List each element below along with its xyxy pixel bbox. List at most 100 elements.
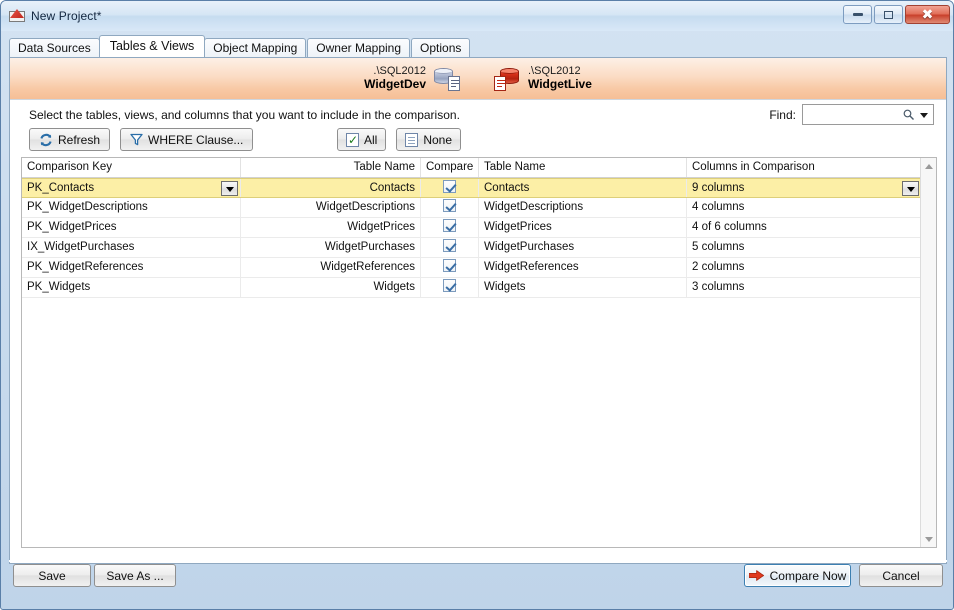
scroll-down-button[interactable] (921, 531, 936, 547)
table-row[interactable]: PK_WidgetReferences WidgetReferences Wid… (22, 258, 921, 278)
compare-checkbox[interactable] (443, 239, 456, 252)
source-database-name: WidgetDev (364, 78, 426, 92)
cell-comparison-key[interactable]: PK_Contacts (22, 179, 241, 197)
tab-panel-tables-and-views: .\SQL2012 WidgetDev .\SQL2012 WidgetLive (9, 57, 947, 564)
cell-table-name-right: WidgetPurchases (479, 238, 687, 257)
tab-tables-and-views[interactable]: Tables & Views (99, 35, 206, 57)
cell-compare[interactable] (421, 179, 479, 197)
search-icon (902, 108, 915, 121)
save-button[interactable]: Save (13, 564, 91, 587)
target-database-name: WidgetLive (528, 78, 592, 92)
select-none-button[interactable]: None (396, 128, 461, 151)
grid-header-row: Comparison Key Table Name Compare Table … (22, 158, 921, 178)
cell-compare[interactable] (421, 238, 479, 257)
tab-strip: Data Sources Tables & Views Object Mappi… (9, 36, 471, 57)
scroll-up-button[interactable] (921, 158, 936, 174)
cell-compare[interactable] (421, 278, 479, 297)
blank-document-icon (405, 133, 418, 147)
cell-columns-in-comparison[interactable]: 4 of 6 columns (687, 218, 921, 237)
compare-checkbox[interactable] (443, 180, 456, 193)
table-row[interactable]: PK_WidgetPrices WidgetPrices WidgetPrice… (22, 218, 921, 238)
target-database-group: .\SQL2012 WidgetLive (494, 65, 592, 91)
cell-table-name-right: WidgetPrices (479, 218, 687, 237)
refresh-button-label: Refresh (58, 133, 100, 147)
tab-data-sources[interactable]: Data Sources (9, 38, 100, 57)
cell-comparison-key[interactable]: IX_WidgetPurchases (22, 238, 241, 257)
refresh-button[interactable]: Refresh (29, 128, 110, 151)
cell-table-name-left: WidgetPurchases (241, 238, 421, 257)
funnel-icon (130, 133, 143, 146)
comparison-key-dropdown[interactable] (221, 181, 238, 196)
source-database-group: .\SQL2012 WidgetDev (364, 65, 460, 91)
cell-table-name-right: Widgets (479, 278, 687, 297)
database-red-icon (494, 67, 520, 91)
footer-bar: Save Save As ... Compare Now Cancel (1, 562, 954, 600)
window-title: New Project* (31, 9, 102, 23)
column-header-columns-in-comparison[interactable]: Columns in Comparison (687, 158, 921, 177)
tables-grid: Comparison Key Table Name Compare Table … (21, 157, 937, 548)
table-row[interactable]: PK_Widgets Widgets Widgets 3 columns (22, 278, 921, 298)
compare-checkbox[interactable] (443, 219, 456, 232)
cell-table-name-left: Widgets (241, 278, 421, 297)
grid-body: PK_Contacts Contacts Contacts 9 columns (22, 178, 921, 298)
table-row[interactable]: PK_WidgetDescriptions WidgetDescriptions… (22, 198, 921, 218)
selection-toolbar: ✓ All None (337, 128, 461, 151)
column-header-comparison-key[interactable]: Comparison Key (22, 158, 241, 177)
columns-dropdown[interactable] (902, 181, 919, 196)
window-controls: ✖ (843, 5, 950, 24)
cell-compare[interactable] (421, 218, 479, 237)
cell-compare[interactable] (421, 258, 479, 277)
comparison-key-text: PK_Contacts (27, 182, 94, 194)
table-row[interactable]: PK_Contacts Contacts Contacts 9 columns (22, 178, 921, 198)
triangle-down-icon (925, 537, 933, 542)
cell-comparison-key[interactable]: PK_WidgetPrices (22, 218, 241, 237)
cell-columns-in-comparison[interactable]: 2 columns (687, 258, 921, 277)
table-row[interactable]: IX_WidgetPurchases WidgetPurchases Widge… (22, 238, 921, 258)
compare-now-button[interactable]: Compare Now (744, 564, 851, 587)
application-window: New Project* ✖ Data Sources Tables & Vie… (0, 0, 954, 610)
close-button[interactable]: ✖ (905, 5, 950, 24)
maximize-icon (884, 11, 893, 19)
grid-vertical-scrollbar[interactable] (920, 158, 936, 547)
compare-checkbox[interactable] (443, 199, 456, 212)
minimize-button[interactable] (843, 5, 872, 24)
select-all-button[interactable]: ✓ All (337, 128, 386, 151)
cell-comparison-key[interactable]: PK_WidgetReferences (22, 258, 241, 277)
cell-table-name-right: WidgetReferences (479, 258, 687, 277)
source-database-labels: .\SQL2012 WidgetDev (364, 65, 426, 91)
save-as-button[interactable]: Save As ... (94, 564, 176, 587)
where-clause-button[interactable]: WHERE Clause... (120, 128, 253, 151)
compare-checkbox[interactable] (443, 279, 456, 292)
project-envelope-icon (9, 8, 25, 24)
column-header-table-name-right[interactable]: Table Name (479, 158, 687, 177)
tab-options[interactable]: Options (411, 38, 470, 57)
cell-compare[interactable] (421, 198, 479, 217)
compare-now-label: Compare Now (770, 569, 847, 583)
chevron-down-icon[interactable] (920, 113, 928, 118)
cancel-button[interactable]: Cancel (859, 564, 943, 587)
column-header-compare[interactable]: Compare (421, 158, 479, 177)
tab-owner-mapping[interactable]: Owner Mapping (307, 38, 410, 57)
cell-columns-in-comparison[interactable]: 3 columns (687, 278, 921, 297)
cell-columns-in-comparison[interactable]: 5 columns (687, 238, 921, 257)
cell-table-name-left: WidgetReferences (241, 258, 421, 277)
checked-document-icon: ✓ (346, 133, 359, 147)
cell-table-name-left: WidgetPrices (241, 218, 421, 237)
compare-checkbox[interactable] (443, 259, 456, 272)
select-all-button-label: All (364, 133, 377, 147)
database-blue-icon (434, 67, 460, 91)
arrow-right-icon (749, 570, 764, 581)
close-icon: ✖ (922, 8, 934, 22)
find-input[interactable] (807, 108, 907, 122)
find-input-container[interactable] (802, 104, 934, 125)
find-label: Find: (769, 108, 796, 122)
maximize-button[interactable] (874, 5, 903, 24)
left-toolbar: Refresh WHERE Clause... (29, 128, 253, 151)
cell-comparison-key[interactable]: PK_WidgetDescriptions (22, 198, 241, 217)
cell-comparison-key[interactable]: PK_Widgets (22, 278, 241, 297)
column-header-table-name-left[interactable]: Table Name (241, 158, 421, 177)
cell-columns-in-comparison[interactable]: 4 columns (687, 198, 921, 217)
tab-object-mapping[interactable]: Object Mapping (204, 38, 306, 57)
cell-table-name-left: Contacts (241, 179, 421, 197)
cell-columns-in-comparison[interactable]: 9 columns (687, 179, 921, 197)
